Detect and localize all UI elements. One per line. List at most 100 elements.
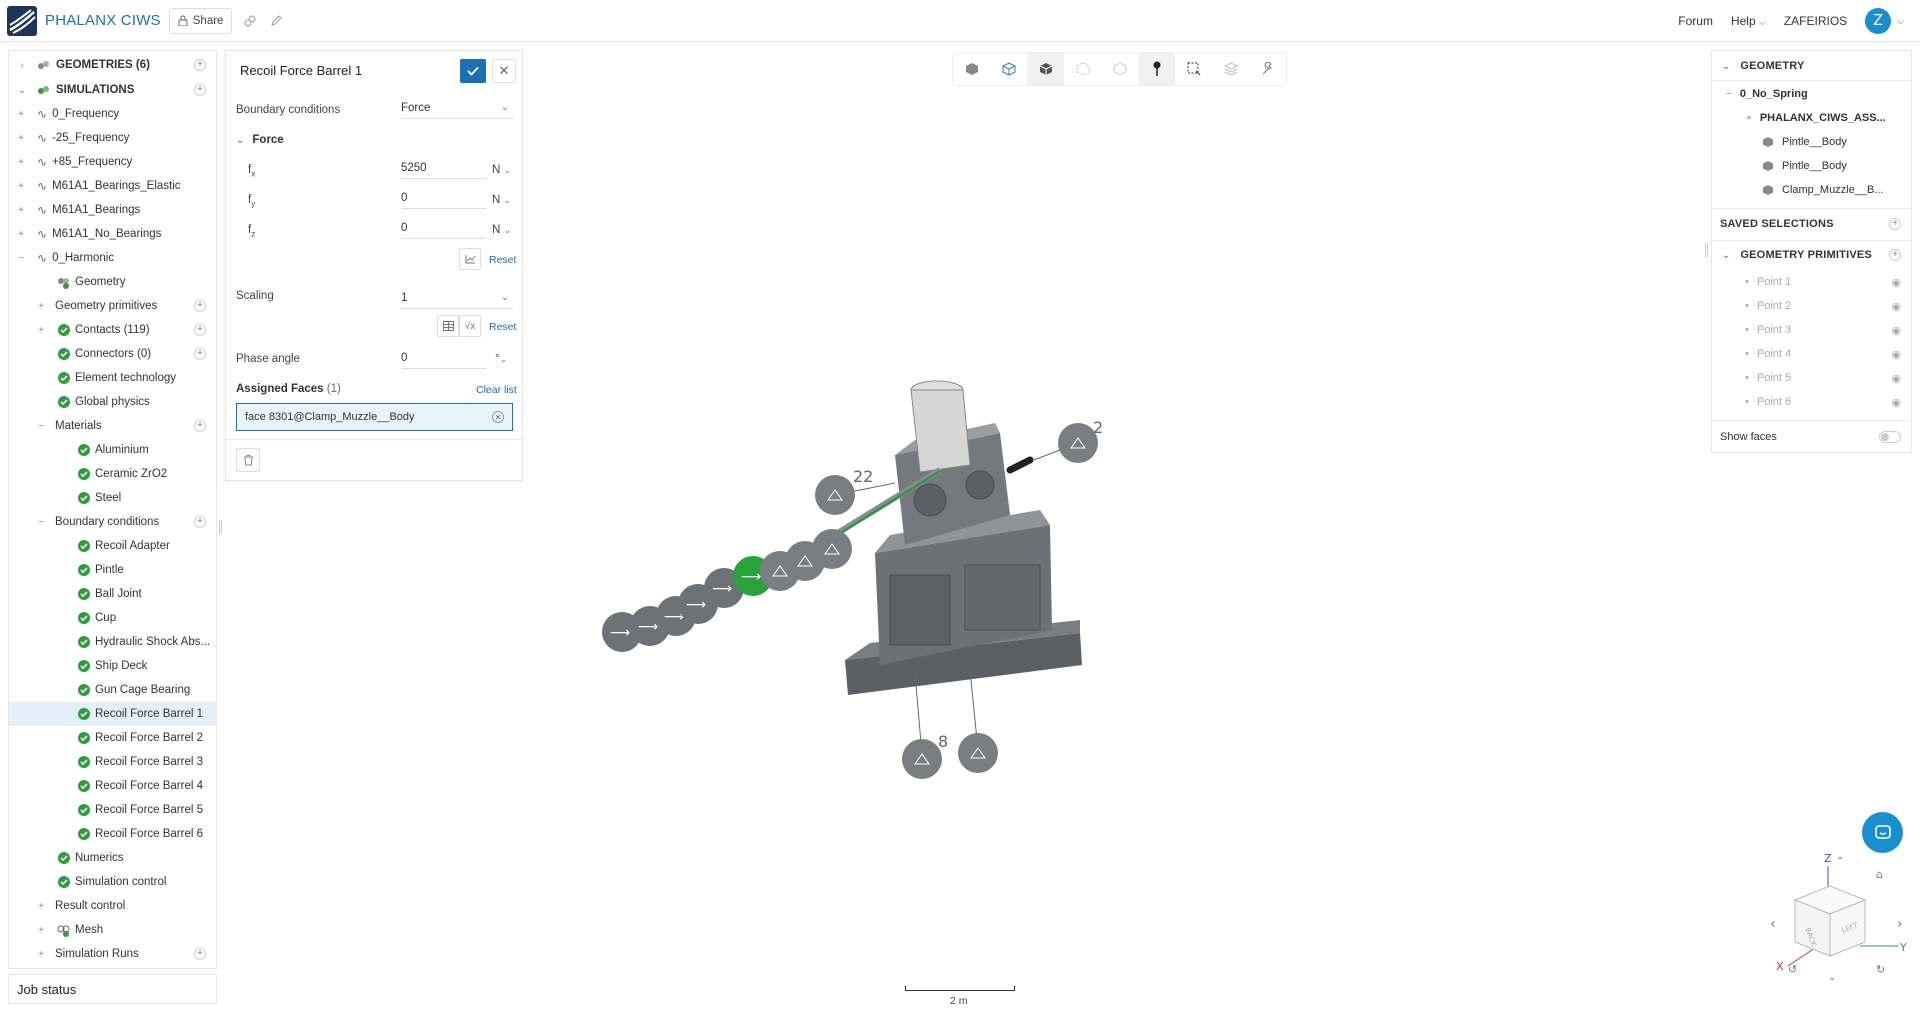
fz-input[interactable]: 0: [401, 217, 486, 239]
tree-item-recoil-force-barrel-2[interactable]: Recoil Force Barrel 2: [9, 726, 216, 750]
add-run-icon[interactable]: +: [194, 948, 206, 960]
collapse-icon[interactable]: −: [36, 421, 46, 432]
tree-item-gun-cage-bearing[interactable]: Gun Cage Bearing: [9, 678, 216, 702]
tree-item-hydraulic-shock[interactable]: Hydraulic Shock Abs...: [9, 630, 216, 654]
panel-resize-handle[interactable]: [219, 520, 222, 534]
tree-item-mesh[interactable]: + Mesh: [9, 918, 216, 942]
tree-item-recoil-force-barrel-1[interactable]: Recoil Force Barrel 1: [9, 702, 216, 726]
tree-item-m61a1-no-bearings[interactable]: + ∿ M61A1_No_Bearings: [9, 222, 216, 246]
expand-icon[interactable]: +: [36, 301, 46, 312]
tree-item-neg25-frequency[interactable]: + ∿ -25_Frequency: [9, 126, 216, 150]
expand-icon[interactable]: +: [36, 901, 46, 912]
primitives-header[interactable]: ⌄ GEOMETRY PRIMITIVES +: [1712, 243, 1911, 267]
add-primitive-icon[interactable]: +: [1889, 249, 1901, 261]
tree-item-geometry-primitives[interactable]: + Geometry primitives +: [9, 294, 216, 318]
expand-icon[interactable]: +: [16, 205, 26, 216]
tree-geometries[interactable]: › GEOMETRIES (6) +: [9, 53, 216, 77]
job-status-panel[interactable]: Job status: [8, 974, 217, 1004]
tree-item-ceramic[interactable]: Ceramic ZrO2: [9, 462, 216, 486]
app-logo-icon[interactable]: [7, 5, 37, 36]
rotate-left-icon[interactable]: ‹: [1770, 916, 1776, 932]
eye-icon[interactable]: ◉: [1891, 300, 1901, 313]
add-boundary-condition-icon[interactable]: +: [194, 516, 206, 528]
scaling-select[interactable]: 1 ⌄: [401, 287, 513, 309]
remove-face-icon[interactable]: ✕: [492, 411, 504, 423]
tree-item-recoil-force-barrel-5[interactable]: Recoil Force Barrel 5: [9, 798, 216, 822]
chevron-right-icon[interactable]: ›: [17, 60, 27, 71]
rotate-ccw-icon[interactable]: ↺: [1788, 963, 1797, 976]
panel-resize-handle[interactable]: [1705, 243, 1708, 257]
tree-item-m61a1-bearings[interactable]: + ∿ M61A1_Bearings: [9, 198, 216, 222]
tree-item-recoil-force-barrel-4[interactable]: Recoil Force Barrel 4: [9, 774, 216, 798]
tree-item-simulation-runs[interactable]: + Simulation Runs +: [9, 942, 216, 966]
model-viewport[interactable]: ⟶ ⟶ ⟶ ⟶ ⟶ ⟶ 22 2 8: [590, 375, 1150, 795]
forum-link[interactable]: Forum: [1678, 14, 1713, 28]
expand-icon[interactable]: +: [16, 157, 26, 168]
point-select-button[interactable]: [1138, 53, 1175, 85]
add-contact-icon[interactable]: +: [194, 324, 206, 336]
rotate-up-icon[interactable]: ⌃: [1836, 856, 1844, 867]
assembly-item[interactable]: + PHALANX_CIWS_ASS...: [1712, 106, 1911, 130]
bc-type-select[interactable]: Force ⌄: [401, 97, 513, 119]
expand-icon[interactable]: +: [16, 229, 26, 240]
point-item[interactable]: • Point 6 ◉: [1712, 390, 1911, 414]
expand-icon[interactable]: +: [16, 181, 26, 192]
user-menu[interactable]: Z ⌵: [1865, 8, 1904, 34]
rotate-cw-icon[interactable]: ↻: [1876, 963, 1885, 976]
tree-item-recoil-adapter[interactable]: Recoil Adapter: [9, 534, 216, 558]
layers-button[interactable]: [1212, 53, 1249, 85]
scaling-reset-link[interactable]: Reset: [489, 321, 516, 333]
eye-icon[interactable]: ◉: [1891, 324, 1901, 337]
collapse-icon[interactable]: −: [36, 517, 46, 528]
view-transparent-button[interactable]: [1101, 53, 1138, 85]
add-connector-icon[interactable]: +: [194, 348, 206, 360]
user-name[interactable]: ZAFEIRIOS: [1784, 14, 1847, 28]
tree-simulations[interactable]: ⌄ SIMULATIONS +: [9, 78, 216, 102]
force-section-toggle[interactable]: ⌄ Force: [236, 134, 284, 146]
tree-item-connectors[interactable]: Connectors (0) +: [9, 342, 216, 366]
collapse-icon[interactable]: −: [16, 253, 26, 264]
confirm-button[interactable]: [460, 59, 486, 83]
table-button[interactable]: [437, 315, 459, 337]
tree-item-result-control[interactable]: + Result control: [9, 894, 216, 918]
tree-item-pos85-frequency[interactable]: + ∿ +85_Frequency: [9, 150, 216, 174]
tree-item-recoil-force-barrel-6[interactable]: Recoil Force Barrel 6: [9, 822, 216, 846]
point-item[interactable]: • Point 2 ◉: [1712, 294, 1911, 318]
box-select-button[interactable]: [1175, 53, 1212, 85]
add-selection-icon[interactable]: +: [1889, 218, 1901, 230]
force-reset-link[interactable]: Reset: [489, 254, 516, 266]
measure-button[interactable]: [1249, 53, 1286, 85]
fz-unit-select[interactable]: N ⌄: [492, 224, 511, 236]
close-button[interactable]: ✕: [492, 59, 516, 83]
project-title[interactable]: PHALANX CIWS: [45, 12, 161, 29]
avatar[interactable]: Z: [1865, 8, 1892, 34]
formula-button[interactable]: √x: [459, 315, 481, 337]
point-item[interactable]: • Point 4 ◉: [1712, 342, 1911, 366]
chevron-down-icon[interactable]: ⌄: [17, 85, 27, 96]
plot-button[interactable]: [459, 248, 481, 270]
tree-item-contacts[interactable]: + Contacts (119) +: [9, 318, 216, 342]
expand-icon[interactable]: +: [36, 925, 46, 936]
tree-item-materials[interactable]: − Materials +: [9, 414, 216, 438]
saved-selections-header[interactable]: SAVED SELECTIONS +: [1712, 212, 1911, 236]
fy-unit-select[interactable]: N ⌄: [492, 194, 511, 206]
point-item[interactable]: • Point 5 ◉: [1712, 366, 1911, 390]
tree-item-simulation-control[interactable]: Simulation control: [9, 870, 216, 894]
geometry-root-item[interactable]: − 0_No_Spring: [1712, 82, 1911, 106]
eye-icon[interactable]: ◉: [1891, 396, 1901, 409]
expand-icon[interactable]: +: [36, 325, 46, 336]
rotate-right-icon[interactable]: ›: [1897, 916, 1903, 932]
add-geometry-icon[interactable]: +: [194, 59, 206, 71]
expand-icon[interactable]: +: [16, 133, 26, 144]
tree-item-cup[interactable]: Cup: [9, 606, 216, 630]
part-item[interactable]: Pintle__Body: [1712, 130, 1911, 154]
delete-button[interactable]: [236, 448, 260, 472]
home-icon[interactable]: ⌂: [1876, 868, 1883, 881]
tree-item-element-technology[interactable]: Element technology: [9, 366, 216, 390]
share-button[interactable]: Share: [168, 7, 233, 34]
point-item[interactable]: • Point 1 ◉: [1712, 270, 1911, 294]
tree-item-recoil-force-barrel-3[interactable]: Recoil Force Barrel 3: [9, 750, 216, 774]
view-solid-button[interactable]: [953, 53, 990, 85]
tree-item-global-physics[interactable]: Global physics: [9, 390, 216, 414]
view-cube[interactable]: Z Y X BACK LEFT ‹ › ⌃ ⌄ ⌂ ↺ ↻: [1760, 848, 1910, 983]
